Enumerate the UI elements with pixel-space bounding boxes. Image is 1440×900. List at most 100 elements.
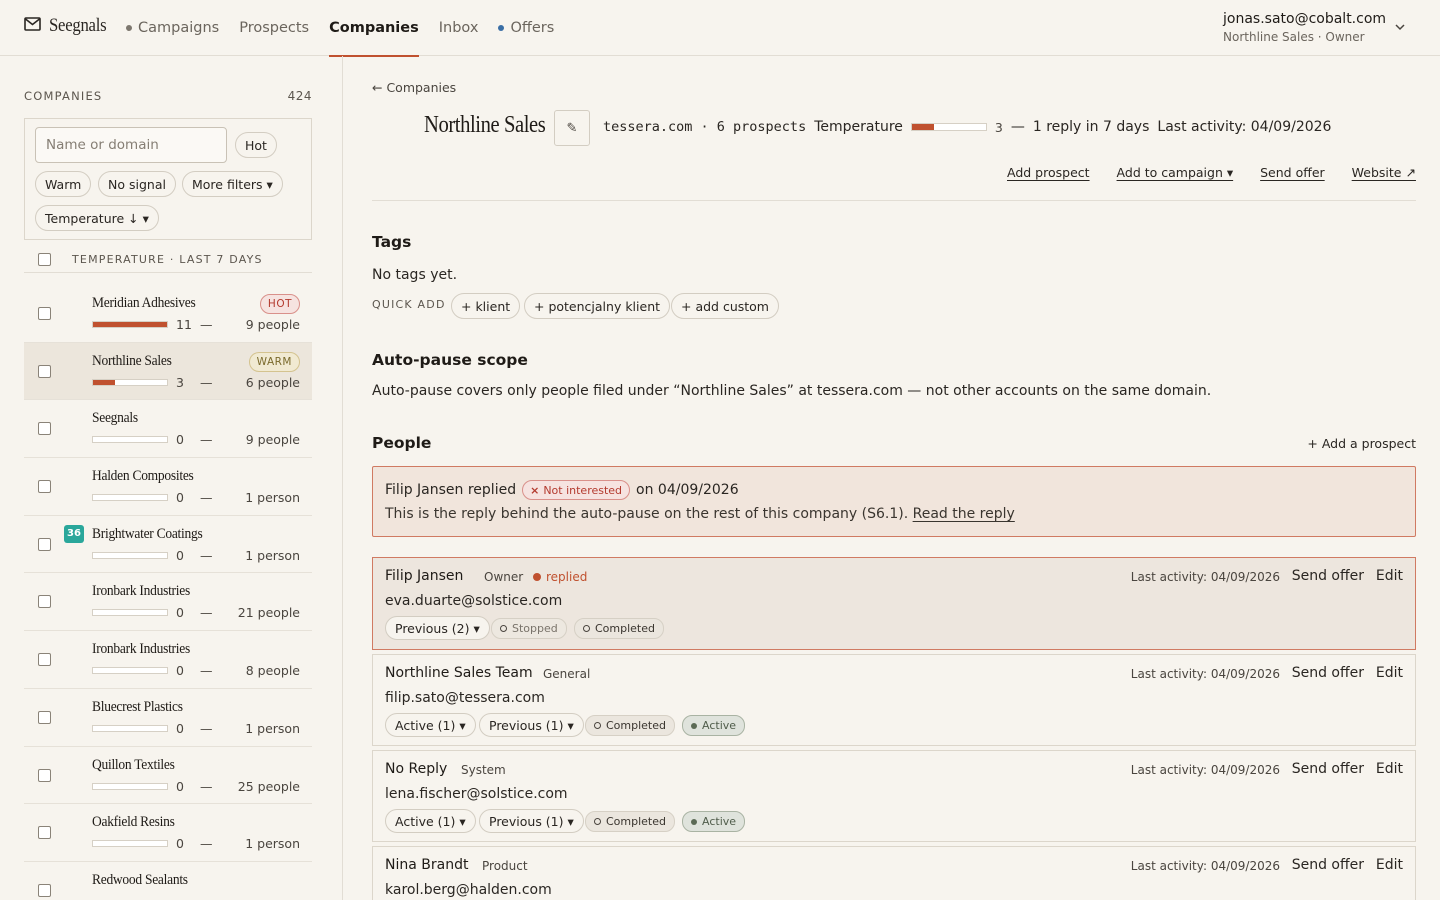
sequence-dropdown[interactable]: Previous (1) ▾ (479, 809, 584, 833)
row-checkbox[interactable] (38, 307, 51, 320)
company-row[interactable]: Oakfield Resins 0 — 1 person (24, 804, 312, 862)
brand-name: Seegnals (49, 15, 107, 36)
search-input[interactable] (35, 127, 227, 163)
trend-dash: — (200, 547, 213, 563)
edit-name-button[interactable]: ✎ (554, 110, 590, 146)
person-card[interactable]: Nina Brandt Product karol.berg@halden.com L… (372, 846, 1416, 900)
trend-dash: — (200, 778, 213, 794)
company-row[interactable]: Northline Sales WARM 3 — 6 people (24, 342, 312, 401)
send-offer-button[interactable]: Send offer (1292, 761, 1364, 777)
sequence-status-label: Active (702, 719, 737, 732)
row-checkbox[interactable] (38, 710, 51, 724)
sequence-status: Completed (585, 811, 675, 832)
temperature-bar (92, 551, 168, 559)
filter-no-signal[interactable]: No signal (98, 171, 176, 197)
row-checkbox[interactable] (38, 768, 51, 782)
sequence-dropdown[interactable]: Active (1) ▾ (385, 809, 476, 833)
nav-prospects[interactable]: Prospects (239, 0, 309, 56)
temperature-score: 3 (176, 374, 184, 390)
status-badge-label: Not interested (543, 483, 623, 497)
person-role: Product (482, 859, 528, 873)
brand[interactable]: Seegnals (24, 15, 114, 37)
nav-label: Campaigns (138, 20, 220, 36)
chevron-down-icon[interactable] (1394, 20, 1406, 36)
active-dot-icon (691, 818, 697, 825)
tag-chip-potencjalny-klient[interactable]: + potencjalny klient (524, 293, 671, 319)
ring-icon (594, 818, 601, 825)
people-count: 21 people (237, 605, 300, 621)
main-nav: Campaigns Prospects Companies Inbox Offe… (126, 0, 554, 57)
row-checkbox[interactable] (38, 595, 51, 609)
send-offer-link[interactable]: Send offer (1260, 165, 1325, 180)
select-all-checkbox[interactable] (38, 252, 51, 266)
person-email: filip.sato@tessera.com (385, 690, 545, 706)
company-row[interactable]: 36 Brightwater Coatings 0 — 1 person (24, 516, 312, 574)
notice-date: on 04/09/2026 (636, 482, 739, 498)
status-label: replied (546, 570, 588, 584)
row-checkbox[interactable] (38, 480, 51, 494)
company-row[interactable]: Halden Composites 0 — 1 person (24, 458, 312, 516)
account-menu[interactable]: jonas.sato@cobalt.com Northline Sales · … (1223, 11, 1386, 44)
nav-campaigns[interactable]: Campaigns (126, 0, 219, 56)
nav-inbox[interactable]: Inbox (439, 0, 479, 56)
add-a-prospect-button[interactable]: + Add a prospect (1307, 436, 1416, 451)
filter-panel: Hot Warm No signal More filters ▾ Temper… (24, 118, 312, 240)
read-reply-link[interactable]: Read the reply (913, 506, 1015, 522)
notice-lead: Filip Jansen replied (385, 482, 517, 498)
row-checkbox[interactable] (38, 422, 51, 436)
add-to-campaign-link[interactable]: Add to campaign ▾ (1117, 165, 1234, 180)
edit-button[interactable]: Edit (1376, 665, 1403, 681)
row-checkbox[interactable] (38, 537, 51, 551)
company-row[interactable]: Bluecrest Plastics 0 — 1 person (24, 689, 312, 747)
nav-companies[interactable]: Companies (329, 0, 419, 57)
tag-chip-add-custom[interactable]: + add custom (671, 293, 779, 319)
temperature-label: Temperature (814, 119, 903, 135)
row-checkbox[interactable] (38, 364, 51, 378)
sequence-dropdown[interactable]: Previous (2) ▾ (385, 616, 490, 640)
dot-icon (498, 25, 505, 31)
trend-dash: — (200, 663, 213, 679)
row-checkbox[interactable] (38, 653, 51, 667)
person-card[interactable]: Filip Jansen Owner replied eva.duarte@solst… (372, 557, 1416, 650)
company-row[interactable]: Redwood Sealants (24, 862, 312, 900)
filter-warm[interactable]: Warm (35, 171, 92, 197)
sequence-status: Stopped (491, 618, 567, 639)
tag-chip-klient[interactable]: + klient (451, 293, 521, 319)
temperature-bar-fill (911, 124, 935, 130)
company-row[interactable]: Meridian Adhesives HOT 11 — 9 people (24, 285, 312, 343)
company-row[interactable]: Ironbark Industries 0 — 8 people (24, 631, 312, 689)
filter-hot[interactable]: Hot (235, 132, 277, 158)
person-card[interactable]: Northline Sales Team General filip.sato@te… (372, 654, 1416, 746)
temperature-bar (92, 378, 168, 386)
company-row[interactable]: Ironbark Industries 0 — 21 people (24, 573, 312, 632)
edit-button[interactable]: Edit (1376, 568, 1403, 584)
people-count: 1 person (245, 547, 300, 563)
sequence-dropdown[interactable]: Previous (1) ▾ (479, 713, 584, 737)
nav-offers[interactable]: Offers (498, 0, 554, 56)
edit-button[interactable]: Edit (1376, 857, 1403, 873)
top-bar: Seegnals Campaigns Prospects Companies I… (0, 0, 1440, 57)
company-row[interactable]: Quillon Textiles 0 — 25 people (24, 747, 312, 805)
breadcrumb[interactable]: ← Companies (372, 80, 456, 95)
sort-temperature[interactable]: Temperature ↓ ▾ (35, 205, 159, 231)
temperature-bar (92, 840, 168, 848)
add-prospect-link[interactable]: Add prospect (1007, 165, 1090, 180)
more-filters-button[interactable]: More filters ▾ (182, 171, 283, 197)
company-name: Quillon Textiles (92, 756, 175, 773)
send-offer-button[interactable]: Send offer (1292, 665, 1364, 681)
edit-button[interactable]: Edit (1376, 761, 1403, 777)
sequence-status-label: Completed (595, 622, 655, 635)
company-row[interactable]: Seegnals 0 — 9 people (24, 400, 312, 459)
send-offer-button[interactable]: Send offer (1292, 857, 1364, 873)
person-name: Nina Brandt (385, 857, 469, 873)
temperature-bar (92, 667, 168, 675)
person-card[interactable]: No Reply System lena.fischer@solstice.com L… (372, 750, 1416, 842)
sequence-status: Completed (574, 618, 664, 639)
company-name: Meridian Adhesives (92, 295, 196, 311)
send-offer-button[interactable]: Send offer (1292, 568, 1364, 584)
sequence-dropdown[interactable]: Active (1) ▾ (385, 713, 476, 737)
row-checkbox[interactable] (38, 826, 51, 840)
row-checkbox[interactable] (38, 883, 51, 897)
website-link[interactable]: Website ↗ (1352, 165, 1416, 180)
temperature-bar (92, 494, 168, 502)
